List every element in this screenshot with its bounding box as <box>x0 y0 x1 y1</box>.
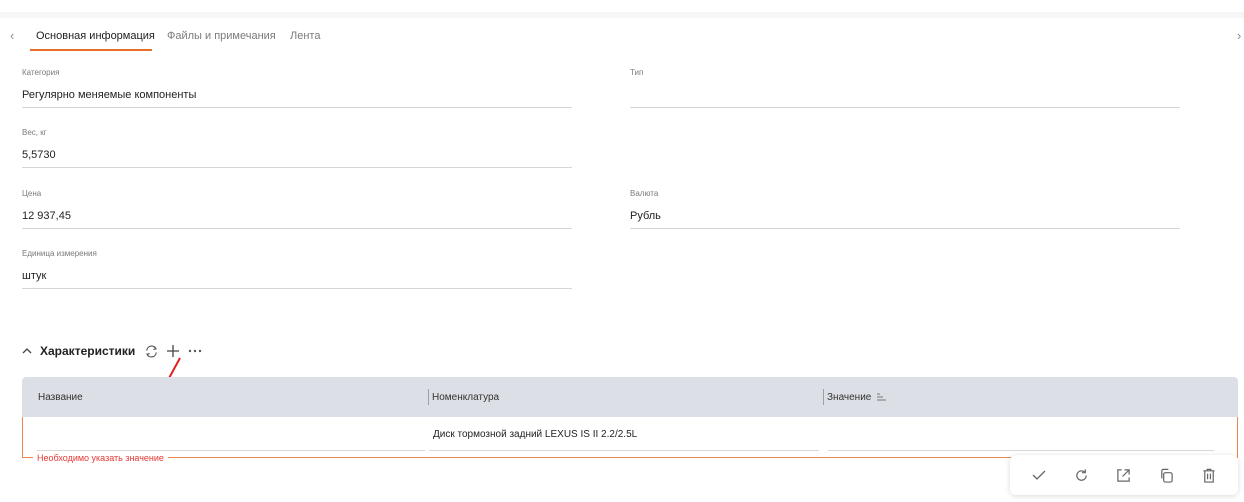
weight-underline <box>22 167 572 168</box>
row-name-underline <box>37 450 425 451</box>
weight-value[interactable]: 5,5730 <box>22 149 56 161</box>
row-nomenclature-cell[interactable]: Диск тормозной задний LEXUS IS II 2.2/2.… <box>433 429 637 440</box>
tabs-scroll-right-icon[interactable]: › <box>1237 28 1241 43</box>
tab-files-notes[interactable]: Файлы и примечания <box>167 30 276 42</box>
column-name-header[interactable]: Название <box>38 377 83 417</box>
price-label: Цена <box>22 189 42 198</box>
category-underline <box>22 107 572 108</box>
row-value-underline <box>828 450 1214 451</box>
delete-icon[interactable] <box>1199 465 1219 485</box>
type-underline <box>630 107 1180 108</box>
currency-value[interactable]: Рубль <box>630 210 661 222</box>
column-value-header[interactable]: Значение <box>827 377 887 417</box>
characteristics-title: Характеристики <box>40 344 136 358</box>
column-value-label: Значение <box>827 391 872 403</box>
collapse-chevron-icon[interactable] <box>22 346 32 356</box>
tab-main-info[interactable]: Основная информация <box>36 30 155 42</box>
price-underline <box>22 228 572 229</box>
active-tab-indicator <box>30 49 152 51</box>
copy-icon[interactable] <box>1156 465 1176 485</box>
table-header: Название Номенклатура Значение <box>22 377 1238 417</box>
tabs-scroll-left-icon[interactable]: ‹ <box>10 28 14 43</box>
column-separator[interactable] <box>428 389 429 405</box>
unit-label: Единица измерения <box>22 249 97 258</box>
tab-bar: ‹ Основная информация Файлы и примечания… <box>0 26 1244 51</box>
table-row[interactable]: Диск тормозной задний LEXUS IS II 2.2/2.… <box>22 417 1238 463</box>
currency-label: Валюта <box>630 189 659 198</box>
top-strip <box>0 12 1244 18</box>
unit-underline <box>22 288 572 289</box>
price-value[interactable]: 12 937,45 <box>22 210 71 222</box>
refresh-icon[interactable] <box>1072 465 1092 485</box>
currency-underline <box>630 228 1180 229</box>
type-label: Тип <box>630 68 644 77</box>
open-external-icon[interactable] <box>1114 465 1134 485</box>
row-action-toolbar <box>1010 455 1238 495</box>
column-nomenclature-header[interactable]: Номенклатура <box>432 377 499 417</box>
check-icon[interactable] <box>1029 465 1049 485</box>
unit-value[interactable]: штук <box>22 270 46 282</box>
weight-label: Вес, кг <box>22 128 47 137</box>
tab-feed[interactable]: Лента <box>290 30 320 42</box>
category-value[interactable]: Регулярно меняемые компоненты <box>22 89 196 101</box>
validation-error: Необходимо указать значение <box>33 453 168 463</box>
category-label: Категория <box>22 68 60 77</box>
sort-icon[interactable] <box>877 393 887 401</box>
column-separator[interactable] <box>823 389 824 405</box>
more-icon[interactable] <box>187 343 203 359</box>
row-nomenclature-underline <box>429 450 819 451</box>
